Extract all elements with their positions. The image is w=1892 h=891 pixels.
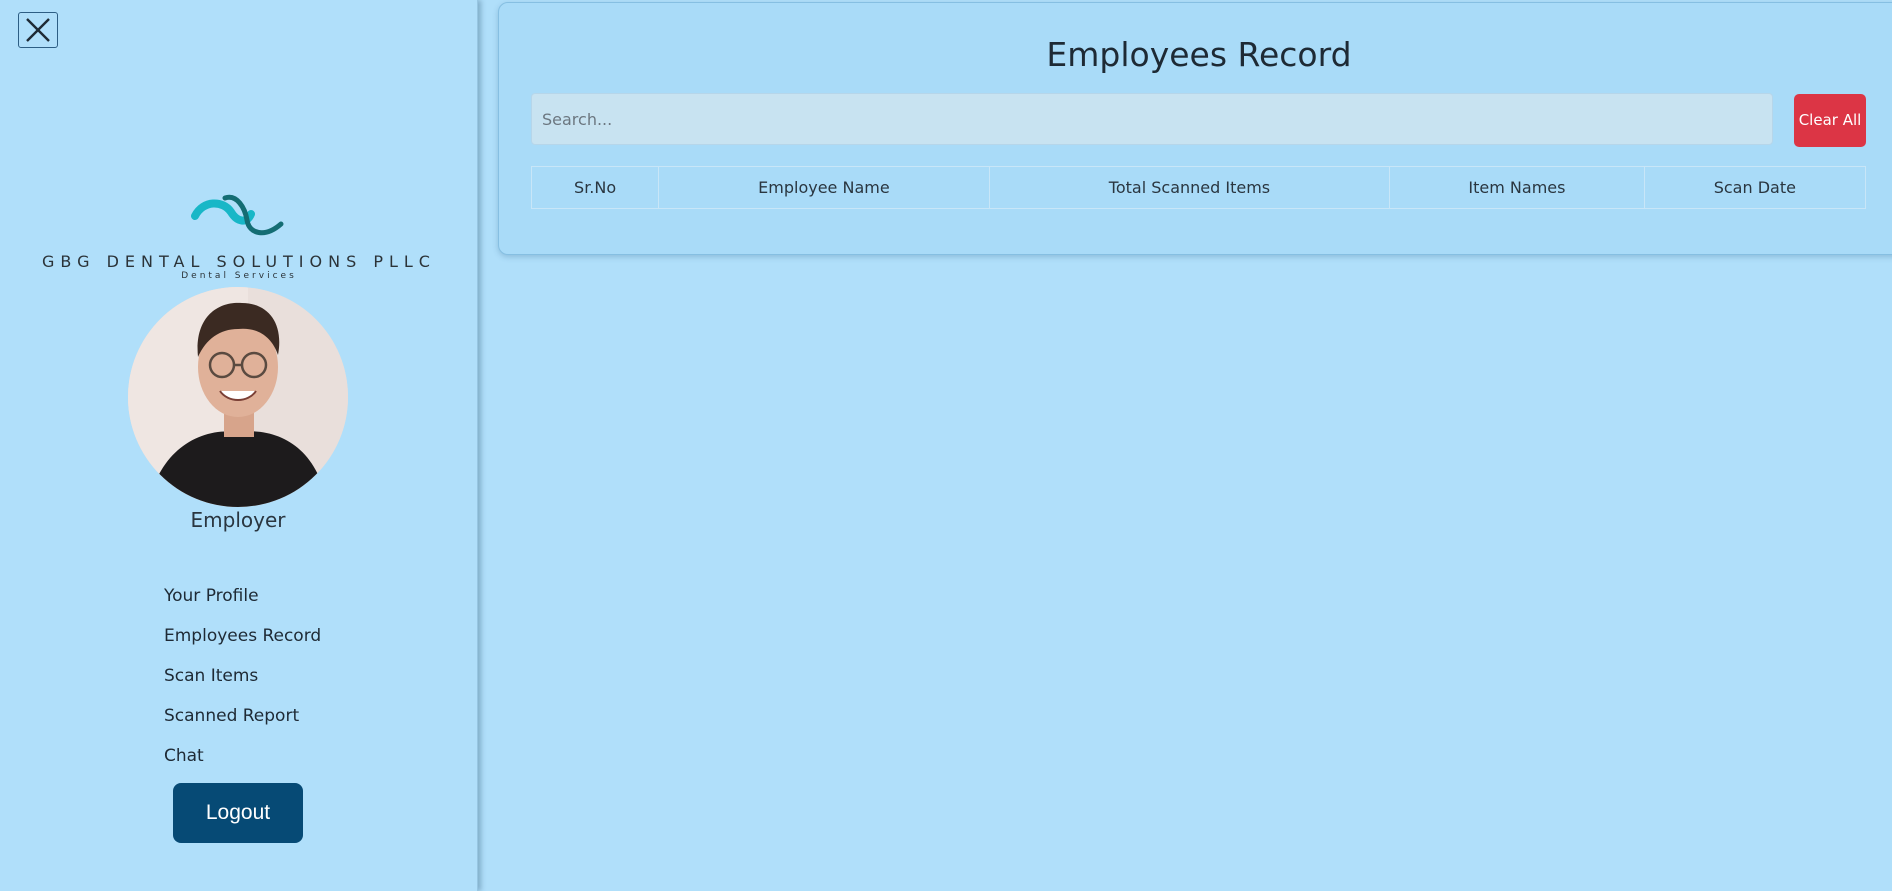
sidebar-item-your-profile[interactable]: Your Profile — [164, 584, 321, 624]
wave-logo-icon — [191, 194, 284, 236]
close-sidebar-button[interactable] — [18, 12, 58, 48]
sidebar: GBG DENTAL SOLUTIONS PLLC Dental Service… — [0, 0, 478, 891]
records-table: Sr.No Employee Name Total Scanned Items … — [530, 166, 1867, 209]
sidebar-item-scanned-report[interactable]: Scanned Report — [164, 704, 321, 744]
sidebar-nav: Your Profile Employees Record Scan Items… — [164, 584, 321, 784]
column-header-item-names: Item Names — [1389, 166, 1645, 209]
avatar — [128, 287, 348, 507]
user-avatar-icon — [128, 287, 348, 507]
close-icon — [26, 18, 50, 42]
column-header-scan-date: Scan Date — [1643, 166, 1867, 209]
clear-all-button[interactable]: Clear All — [1794, 94, 1866, 147]
sidebar-item-chat[interactable]: Chat — [164, 744, 321, 784]
column-header-sr-no: Sr.No — [530, 166, 660, 209]
company-logo: GBG DENTAL SOLUTIONS PLLC Dental Service… — [0, 190, 478, 281]
user-role: Employer — [190, 508, 286, 532]
page-title: Employees Record — [1046, 35, 1352, 74]
sidebar-item-employees-record[interactable]: Employees Record — [164, 624, 321, 664]
logo-company-name: GBG DENTAL SOLUTIONS PLLC — [42, 252, 436, 271]
logo-tagline: Dental Services — [181, 271, 297, 281]
search-input[interactable] — [531, 93, 1773, 145]
column-header-total-scanned-items: Total Scanned Items — [988, 166, 1391, 209]
table-header-row: Sr.No Employee Name Total Scanned Items … — [530, 166, 1867, 209]
sidebar-item-scan-items[interactable]: Scan Items — [164, 664, 321, 704]
column-header-employee-name: Employee Name — [658, 166, 990, 209]
employees-record-card: Employees Record Clear All Sr.No Employe… — [498, 2, 1892, 255]
logout-button[interactable]: Logout — [173, 783, 303, 843]
